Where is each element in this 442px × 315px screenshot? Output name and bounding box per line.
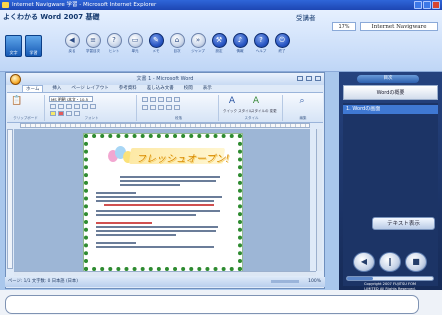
jump-icon: » <box>190 33 206 48</box>
align-center-icon <box>150 105 156 110</box>
office-button-icon <box>10 74 21 85</box>
ribbon-group-font: MS 明朝 (本文・10.5 フォント <box>47 95 137 121</box>
explanation-box <box>5 295 419 314</box>
contents-icon: ≡ <box>85 33 101 48</box>
justify-icon <box>166 105 172 110</box>
tools-icon: ⚒ <box>211 33 227 48</box>
maximize-button[interactable] <box>423 1 431 9</box>
stop-button[interactable]: ■ <box>405 252 427 272</box>
memo-icon: ✎ <box>148 33 164 48</box>
ribbon-tab-view: 表示 <box>202 86 212 91</box>
list-item[interactable]: 1. Wordの画面 <box>343 105 438 114</box>
document-page: フレッシュオープン! <box>84 134 242 271</box>
toolbar-item-unit[interactable]: ▭ 単元 <box>127 33 143 54</box>
zoom-slider <box>271 280 299 283</box>
headline-text: フレッシュオープン! <box>136 154 230 165</box>
ribbon-tab-layout: ページ レイアウト <box>71 86 109 91</box>
ribbon-group-editing: ⌕ 編集 <box>285 95 321 121</box>
find-icon: ⌕ <box>299 96 305 106</box>
close-button[interactable] <box>432 1 440 9</box>
section-title: Wordの概要 <box>343 85 438 100</box>
minimize-button[interactable] <box>414 1 422 9</box>
text-display-button[interactable]: テキスト表示 <box>372 217 435 230</box>
window-title: Internet Navigware 学習 - Microsoft Intern… <box>12 2 157 8</box>
toolbar-item-contents[interactable]: ≡ 学習目次 <box>85 33 101 54</box>
word-status-bar: ページ: 1/1 文字数: 0 日本語 (日本) 100% <box>5 277 325 287</box>
toolbar-item-help[interactable]: ? ヘルプ <box>253 33 269 54</box>
main-toolbar: ◀ 戻る ≡ 学習目次 ? ヒント ▭ 単元 ✎ メモ ⌂ 目次 » ジャンプ ⚒ 設定 ♪ 情報… <box>64 33 290 54</box>
bold-icon <box>50 104 56 109</box>
toolbar-item-hint[interactable]: ? ヒント <box>106 33 122 54</box>
change-styles-icon: A <box>252 96 260 106</box>
seek-progress <box>347 277 373 280</box>
indent-icon <box>166 97 172 102</box>
window-title-bar: Internet Navigware 学習 - Microsoft Intern… <box>0 0 442 10</box>
superscript-icon <box>90 104 96 109</box>
student-label: 受講者 <box>296 14 316 22</box>
zoom-level[interactable]: 17% <box>332 22 356 31</box>
multilevel-icon <box>158 97 164 102</box>
strike-icon <box>74 104 80 109</box>
back-icon: ◀ <box>64 33 80 48</box>
ribbon-tab-insert: 挿入 <box>52 86 62 91</box>
paste-icon: 📋 <box>11 96 23 106</box>
word-maximize-icon <box>306 76 312 81</box>
quick-styles-icon: A <box>228 96 236 106</box>
font-name-box: MS 明朝 (本文・10.5 <box>49 96 93 102</box>
word-minimize-icon <box>297 76 303 81</box>
word-close-icon <box>315 76 321 81</box>
horizontal-ruler <box>20 123 310 128</box>
rewind-button[interactable]: ◀ <box>353 252 375 272</box>
italic-icon <box>58 104 64 109</box>
toolbar-item-jump[interactable]: » ジャンプ <box>190 33 206 54</box>
toolbar-item-back[interactable]: ◀ 戻る <box>64 33 80 54</box>
ie-icon <box>2 2 9 8</box>
contents-button[interactable]: 目次 <box>357 75 419 83</box>
mode-button-text[interactable]: 文字 <box>5 35 22 57</box>
toolbar-item-info[interactable]: ♪ 情報 <box>232 33 248 54</box>
sound-icon: ♪ <box>232 33 248 48</box>
ribbon-tab-review: 校閲 <box>183 86 193 91</box>
home-icon: ⌂ <box>169 33 185 48</box>
outdent-icon <box>174 97 180 102</box>
word-zoom: 100% <box>308 279 321 284</box>
vertical-scrollbar[interactable] <box>316 129 322 271</box>
media-player: ◀ ‖ ■ <box>344 252 436 274</box>
underline-icon <box>66 104 72 109</box>
course-title: よくわかる Word 2007 基礎 <box>3 13 100 21</box>
toolbar-item-memo[interactable]: ✎ メモ <box>148 33 164 54</box>
power-icon: ⏻ <box>274 33 290 48</box>
ribbon: 📋 クリップボード MS 明朝 (本文・10.5 フォント 段落 A A クイッ… <box>7 92 323 123</box>
line-spacing-icon <box>174 105 180 110</box>
subscript-icon <box>82 104 88 109</box>
brand-logo: Internet Navigware <box>360 22 438 31</box>
hint-icon: ? <box>106 33 122 48</box>
numbering-icon <box>150 97 156 102</box>
word-title: 文書 1 - Microsoft Word <box>136 76 194 82</box>
align-right-icon <box>158 105 164 110</box>
align-left-icon <box>142 105 148 110</box>
ribbon-group-clipboard: 📋 クリップボード <box>7 95 45 121</box>
ribbon-group-paragraph: 段落 <box>139 95 219 121</box>
toolbar-item-exit[interactable]: ⏻ 終了 <box>274 33 290 54</box>
vertical-ruler <box>7 129 13 269</box>
help-icon: ? <box>253 33 269 48</box>
ribbon-tab-home: ホーム <box>22 85 44 92</box>
toolbar-item-settings[interactable]: ⚒ 設定 <box>211 33 227 54</box>
ribbon-tabs: ホーム 挿入 ページ レイアウト 参考資料 差し込み文書 校閲 表示 <box>22 85 213 92</box>
seek-bar[interactable] <box>346 276 434 281</box>
bullets-icon <box>142 97 148 102</box>
word-title-bar: 文書 1 - Microsoft Word <box>6 73 324 85</box>
unit-icon: ▭ <box>127 33 143 48</box>
status-text: ページ: 1/1 文字数: 0 日本語 (日本) <box>8 279 78 284</box>
toolbar-item-index[interactable]: ⌂ 目次 <box>169 33 185 54</box>
pause-button[interactable]: ‖ <box>379 252 401 272</box>
ribbon-group-styles: A A クイック スタイル スタイルの 変更 スタイル <box>221 95 283 121</box>
ribbon-tab-mailings: 差し込み文書 <box>146 86 174 91</box>
horizontal-scrollbar[interactable] <box>14 271 316 276</box>
ribbon-tab-references: 参考資料 <box>118 86 137 91</box>
mode-button-study[interactable]: 学習 <box>25 35 42 57</box>
